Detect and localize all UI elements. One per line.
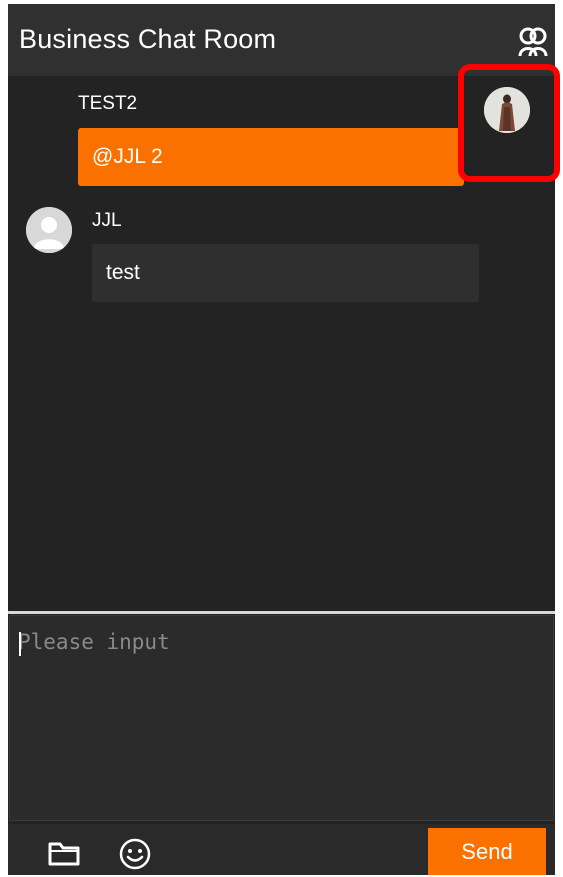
message-bubble[interactable]: @JJL 2: [78, 128, 464, 186]
folder-icon[interactable]: [48, 840, 80, 866]
avatar[interactable]: [26, 207, 72, 253]
avatar[interactable]: [484, 87, 530, 133]
divider: [8, 611, 555, 614]
default-user-icon: [26, 207, 72, 253]
message-input[interactable]: [10, 616, 553, 820]
message-text: test: [106, 261, 140, 284]
message-list[interactable]: TEST2 @JJL 2 JJL test: [8, 64, 560, 610]
message-input-area[interactable]: [9, 615, 554, 821]
chat-window: Business Chat Room TEST2 @JJL 2 JJL test…: [8, 4, 560, 875]
message-bubble[interactable]: test: [92, 244, 479, 302]
message-text: @JJL 2: [92, 145, 163, 168]
composer-toolbar: Send: [8, 824, 555, 875]
send-button[interactable]: Send: [428, 828, 546, 875]
text-caret: [19, 632, 21, 656]
page-title: Business Chat Room: [19, 24, 277, 54]
members-icon[interactable]: [518, 26, 548, 58]
sender-name: JJL: [92, 210, 122, 231]
emoji-icon[interactable]: [118, 837, 152, 871]
sender-name: TEST2: [78, 93, 138, 114]
user-photo-icon: [484, 87, 530, 133]
